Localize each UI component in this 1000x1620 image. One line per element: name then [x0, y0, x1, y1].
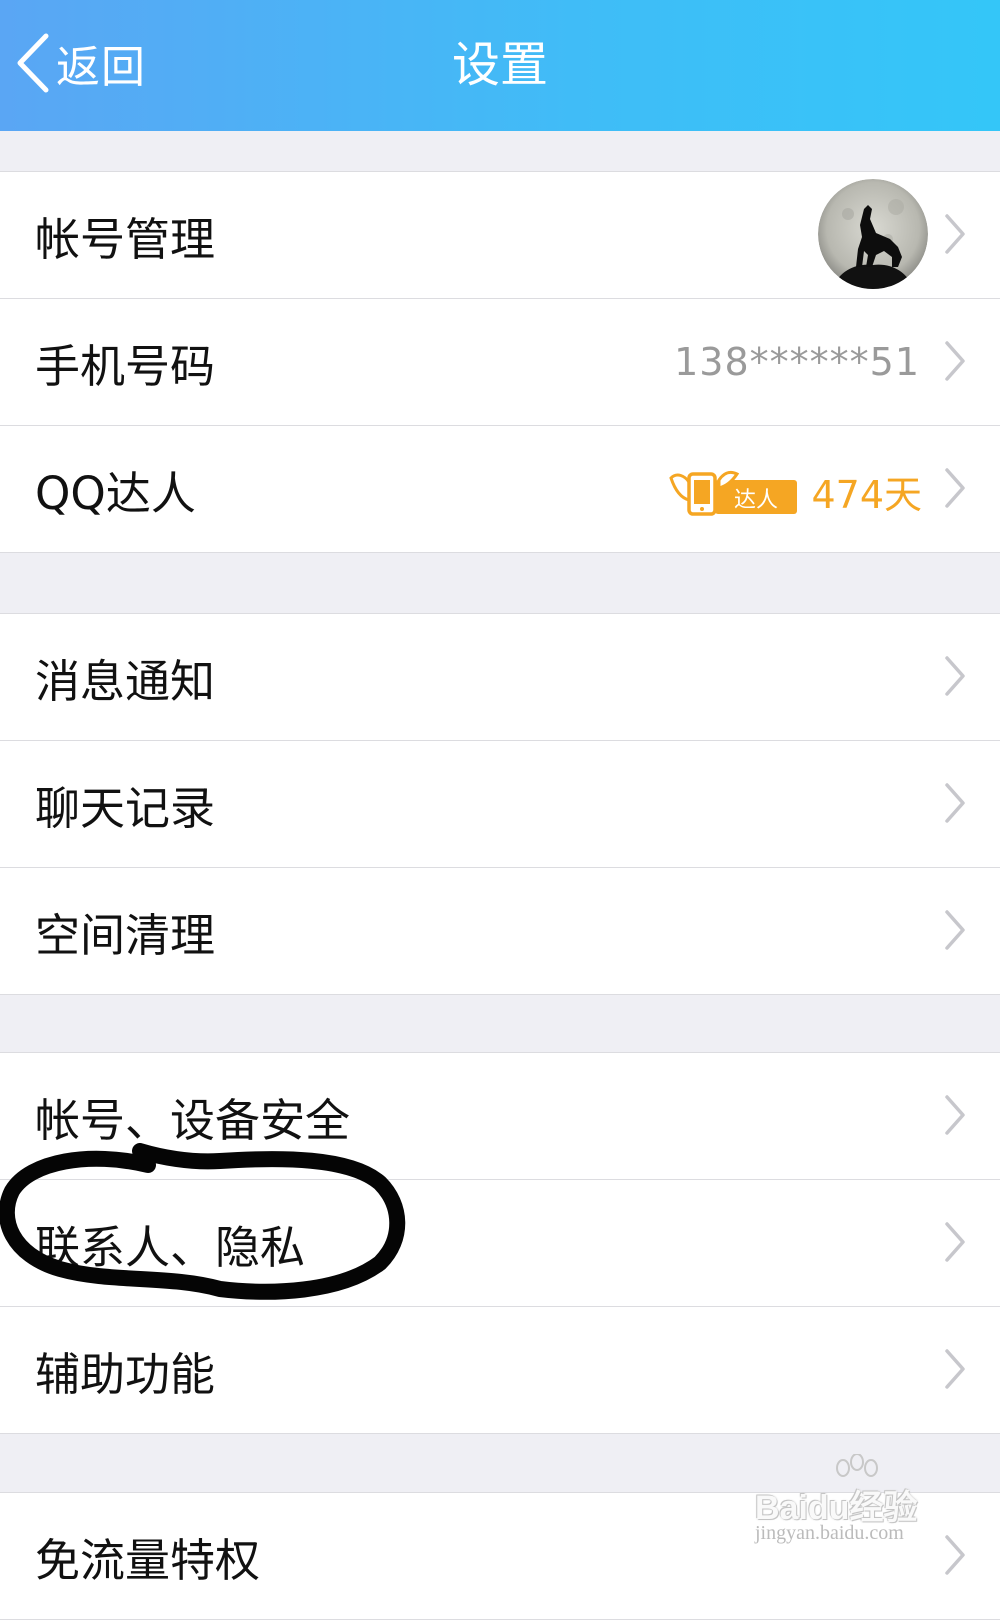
chevron-right-icon — [945, 1535, 965, 1575]
row-label: 免流量特权 — [35, 1533, 261, 1587]
row-phone-number[interactable]: 手机号码 138******51 — [0, 299, 1000, 426]
row-label: 联系人、隐私 — [35, 1220, 306, 1274]
nav-header: 返回 设置 — [0, 0, 1000, 131]
daren-info: 达人 474天 — [667, 464, 922, 519]
daren-badge-icon: 达人 — [669, 470, 798, 516]
row-storage-cleanup[interactable]: 空间清理 — [0, 868, 1000, 994]
chevron-right-icon — [945, 1095, 965, 1135]
row-free-data-privilege[interactable]: 免流量特权 — [0, 1493, 1000, 1619]
paw-icon — [836, 1454, 878, 1477]
row-chat-history[interactable]: 聊天记录 — [0, 741, 1000, 868]
row-label: 帐号、设备安全 — [35, 1093, 351, 1147]
row-label: 帐号管理 — [35, 212, 216, 266]
row-account-management[interactable]: 帐号管理 — [0, 172, 1000, 299]
chevron-right-icon — [945, 341, 965, 381]
chevron-right-icon — [945, 214, 965, 254]
chevron-right-icon — [945, 910, 965, 950]
row-label: 消息通知 — [35, 654, 216, 708]
daren-badge-text: 达人 — [734, 488, 778, 513]
row-notifications[interactable]: 消息通知 — [0, 614, 1000, 741]
row-label: 手机号码 — [35, 339, 216, 393]
row-label: QQ达人 — [35, 466, 196, 520]
group-data-privilege: 免流量特权 — [0, 1492, 1000, 1620]
page-title: 设置 — [451, 37, 548, 93]
phone-value: 138******51 — [674, 340, 920, 384]
row-qq-daren[interactable]: QQ达人 达人 474天 — [0, 426, 1000, 552]
chevron-right-icon — [945, 1222, 965, 1262]
row-label: 聊天记录 — [35, 781, 216, 835]
row-account-device-security[interactable]: 帐号、设备安全 — [0, 1053, 1000, 1180]
group-messages: 消息通知 聊天记录 空间清理 — [0, 613, 1000, 995]
chevron-right-icon — [945, 783, 965, 823]
row-contacts-privacy[interactable]: 联系人、隐私 — [0, 1180, 1000, 1307]
chevron-right-icon — [945, 1349, 965, 1389]
group-account: 帐号管理 手机号码 138******51 QQ达人 达人 474天 — [0, 171, 1000, 553]
chevron-right-icon — [945, 656, 965, 696]
row-label: 辅助功能 — [35, 1347, 216, 1401]
group-security: 帐号、设备安全 联系人、隐私 辅助功能 — [0, 1052, 1000, 1434]
row-label: 空间清理 — [35, 908, 216, 962]
row-accessibility[interactable]: 辅助功能 — [0, 1307, 1000, 1433]
avatar — [818, 179, 928, 289]
daren-days-value: 474天 — [811, 473, 922, 517]
chevron-right-icon — [945, 468, 965, 508]
